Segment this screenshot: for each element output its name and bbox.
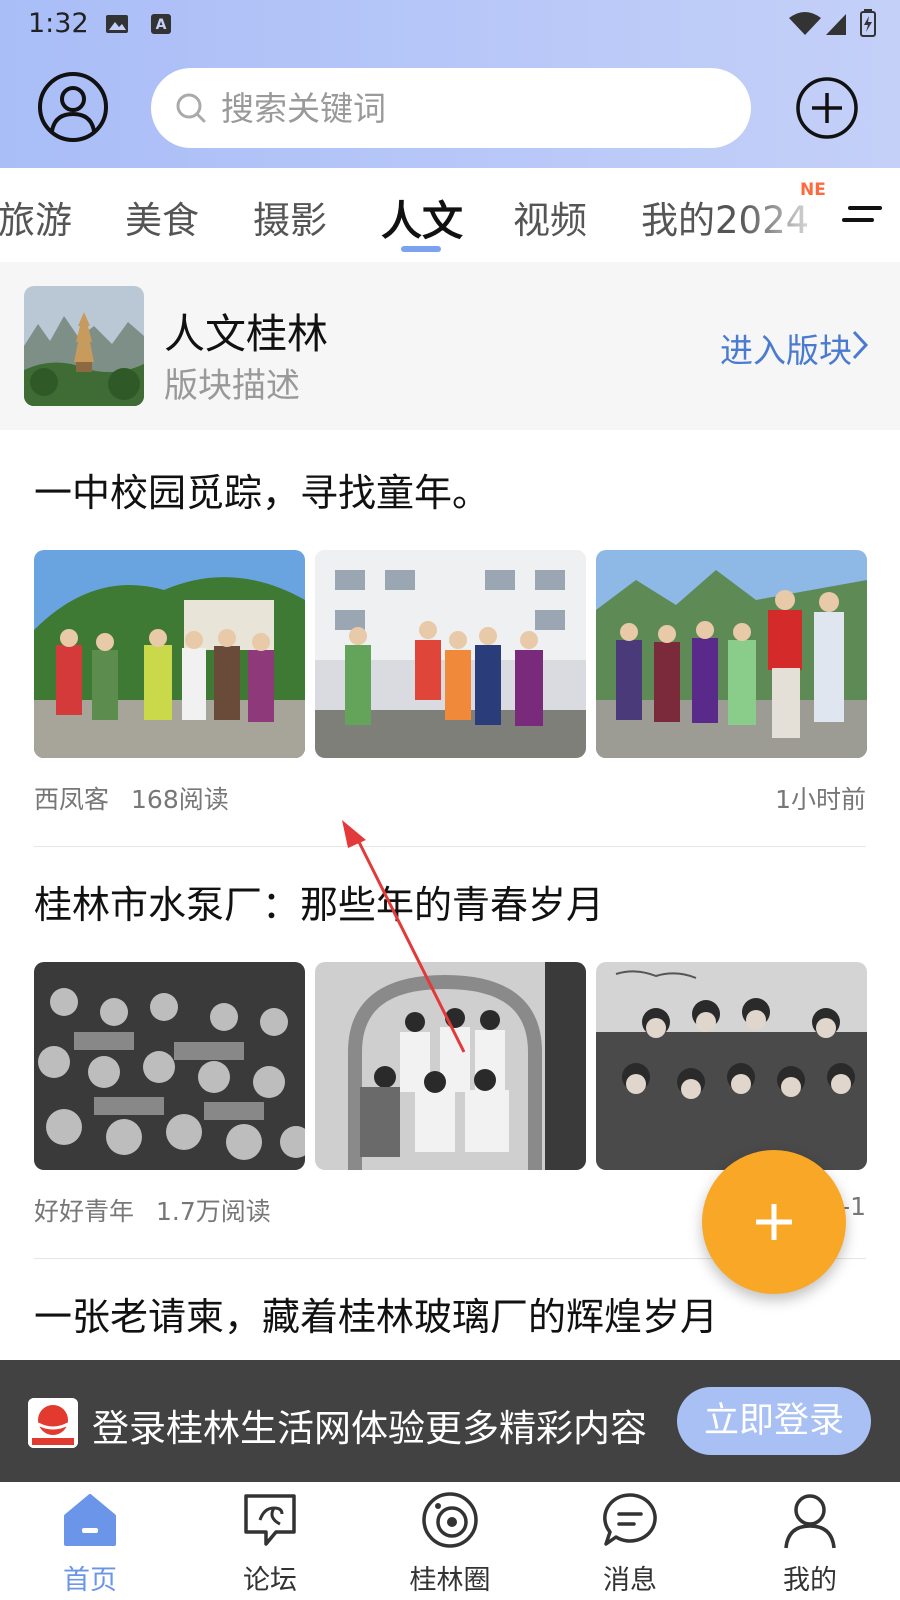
post-image[interactable] [596,962,867,1170]
category-tabs: 旅游 美食 摄影 人文 视频 我的2024 NE [0,168,900,262]
image-notification-icon [106,15,128,33]
post-time: 1小时前 [775,785,866,814]
plus-icon [756,1204,792,1240]
nav-label: 桂林圈 [409,1565,491,1596]
post-image[interactable] [596,550,867,758]
nav-label: 论坛 [243,1565,297,1596]
tab-photography[interactable]: 摄影 [253,190,327,244]
post-title[interactable]: 一张老请柬，藏着桂林玻璃厂的辉煌岁月 [34,1286,866,1341]
profile-icon [784,1494,836,1549]
nav-label: 消息 [603,1565,657,1596]
search-icon [176,93,206,123]
forum-section-card[interactable]: 人文桂林 版块描述 进入版块 [0,262,900,430]
post-image[interactable] [315,962,586,1170]
status-time: 1:32 [28,8,89,39]
post-title[interactable]: 桂林市水泵厂：那些年的青春岁月 [34,874,866,929]
user-avatar-icon[interactable] [37,71,109,143]
login-now-button[interactable]: 立即登录 [677,1387,871,1455]
circle-icon [422,1492,478,1548]
new-badge: NE [800,180,826,200]
enter-section-link[interactable]: 进入版块 [720,324,852,372]
chevron-right-icon [852,330,869,360]
post-meta: 西凤客 168阅读 [34,780,229,816]
svg-text:A: A [156,17,167,33]
search-bar[interactable] [151,68,751,148]
post-reads: 168阅读 [131,785,229,814]
login-prompt-banner: 登录桂林生活网体验更多精彩内容 立即登录 [0,1360,900,1482]
message-icon [603,1493,657,1546]
post-image[interactable] [34,550,305,758]
status-bar: 1:32 A [0,0,900,50]
battery-icon [860,9,876,37]
post-images [34,550,867,758]
signal-icon [826,14,846,35]
nav-forum[interactable]: 论坛 [180,1482,360,1600]
add-circle-icon[interactable] [795,76,859,140]
tab-humanities[interactable]: 人文 [381,187,463,247]
post-image[interactable] [315,550,586,758]
post-author[interactable]: 西凤客 [34,785,109,814]
post-image[interactable] [34,962,305,1170]
tab-video[interactable]: 视频 [513,190,587,244]
create-post-button[interactable] [702,1150,846,1294]
post-reads: 1.7万阅读 [156,1197,271,1226]
header: 1:32 A [0,0,900,168]
active-tab-indicator [401,246,441,252]
post-item[interactable]: 一张老请柬，藏着桂林玻璃厂的辉煌岁月 [34,1286,866,1360]
post-images [34,962,867,1170]
section-description: 版块描述 [164,366,300,406]
home-icon [64,1494,116,1546]
nav-label: 我的 [783,1565,837,1596]
divider [34,846,866,847]
login-prompt-text: 登录桂林生活网体验更多精彩内容 [92,1407,647,1450]
font-notification-icon: A [151,14,171,34]
tab-food[interactable]: 美食 [125,190,199,244]
bottom-nav: 首页 论坛 桂林圈 消息 我的 [0,1482,900,1600]
menu-icon[interactable] [842,200,882,230]
section-name: 人文桂林 [164,310,328,358]
nav-messages[interactable]: 消息 [540,1482,720,1600]
post-item[interactable]: 一中校园觅踪，寻找童年。 西凤客 168阅读 1小时前 [34,462,867,852]
app-logo-icon [28,1398,78,1448]
nav-home[interactable]: 首页 [0,1482,180,1600]
section-thumbnail [24,286,144,406]
post-author[interactable]: 好好青年 [34,1197,134,1226]
search-input[interactable] [221,84,721,132]
post-title[interactable]: 一中校园觅踪，寻找童年。 [34,462,866,517]
nav-guilin-circle[interactable]: 桂林圈 [360,1482,540,1600]
tab-travel[interactable]: 旅游 [0,190,72,244]
nav-label: 首页 [63,1565,117,1596]
wifi-icon [789,12,821,35]
post-meta: 好好青年 1.7万阅读 [34,1192,271,1228]
forum-icon [244,1494,296,1546]
nav-profile[interactable]: 我的 [720,1482,900,1600]
